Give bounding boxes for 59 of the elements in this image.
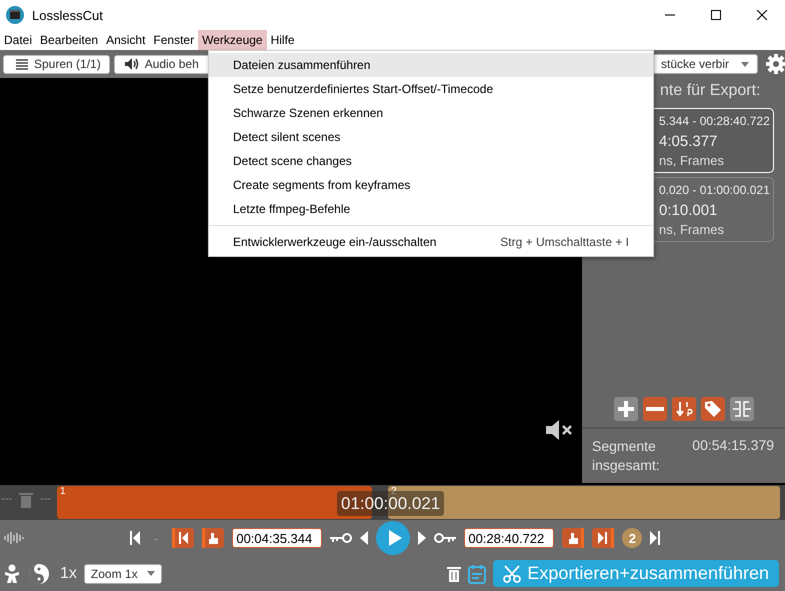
set-end-icon[interactable] (562, 528, 584, 548)
menu-item[interactable]: Entwicklerwerkzeuge ein-/ausschalten Strg + Umschalttaste + I (209, 225, 653, 253)
speaker-icon (124, 58, 139, 70)
menu-item[interactable]: Datei (0, 30, 36, 50)
caret-icon (741, 62, 750, 66)
tracks-button[interactable]: Spuren (1/1) (3, 54, 110, 74)
list-icon (16, 58, 28, 70)
sidebar-heading: nte für Export: (659, 81, 762, 101)
zoom-select[interactable]: Zoom 1x (84, 564, 162, 584)
timeline-dashes: --- (1, 493, 12, 505)
app-logo-icon (6, 6, 24, 24)
segment-number: 1 (60, 486, 66, 497)
settings-icon[interactable] (766, 54, 785, 74)
menu-item[interactable]: Setze benutzerdefiniertes Start-Offset/-Timecode (209, 77, 653, 101)
baby-icon[interactable] (3, 564, 21, 584)
previous-frame-icon[interactable] (360, 531, 368, 545)
caret-icon (146, 571, 155, 576)
segment-duration: 4:05.377 (659, 133, 718, 150)
segment-info: ns, Frames (659, 222, 726, 237)
play-icon[interactable] (376, 521, 410, 555)
segment-count-badge: 2 (622, 528, 642, 548)
maximize-icon[interactable] (710, 10, 722, 20)
segment-range: 5.344 - 00:28:40.722 (659, 113, 771, 130)
set-start-icon[interactable] (202, 528, 224, 548)
start-time-field[interactable]: 00:04:35.344 (232, 528, 322, 548)
segment-end-icon[interactable] (592, 528, 614, 548)
waveform-icon[interactable] (4, 531, 26, 545)
end-time-field[interactable]: 00:28:40.722 (464, 528, 554, 548)
timeline-dashes: --- (40, 493, 51, 505)
menu-item[interactable]: Ansicht (102, 30, 150, 50)
remove-segment-icon[interactable] (643, 397, 668, 421)
window-title: LosslessCut (32, 8, 103, 22)
jump-end-icon[interactable] (650, 531, 660, 545)
segment-range: 0.020 - 01:00:00.021 (659, 182, 771, 199)
menu-item[interactable]: Werkzeuge (198, 30, 267, 50)
mute-icon[interactable] (544, 418, 574, 442)
trash-icon[interactable] (447, 566, 462, 582)
keyframe-icon[interactable] (330, 533, 352, 543)
close-icon[interactable] (756, 10, 768, 20)
segment-start-icon[interactable] (172, 528, 194, 548)
segment-info: ns, Frames (659, 153, 726, 168)
menu-item[interactable]: Hilfe (266, 30, 299, 50)
yin-yang-icon[interactable] (28, 562, 50, 584)
dash-label: - (154, 530, 158, 546)
total-duration: 00:54:15.379 (692, 437, 774, 455)
segment-duration: 0:10.001 (659, 202, 718, 219)
menu-item[interactable]: Bearbeiten (36, 30, 102, 50)
add-segment-icon[interactable] (614, 397, 638, 421)
playback-speed: 1x (60, 564, 77, 582)
menu-item[interactable]: Dateien zusammenführen (209, 53, 653, 77)
menu-item[interactable]: Fenster (149, 30, 198, 50)
tag-icon[interactable] (701, 397, 726, 421)
scissors-icon (503, 564, 522, 582)
jump-start-icon[interactable] (130, 531, 140, 545)
sort-icon[interactable] (672, 397, 696, 421)
next-frame-icon[interactable] (418, 531, 426, 545)
keyframe-icon[interactable] (434, 533, 456, 543)
split-icon[interactable] (730, 397, 754, 421)
total-label: Segmente insgesamt: (592, 437, 661, 475)
